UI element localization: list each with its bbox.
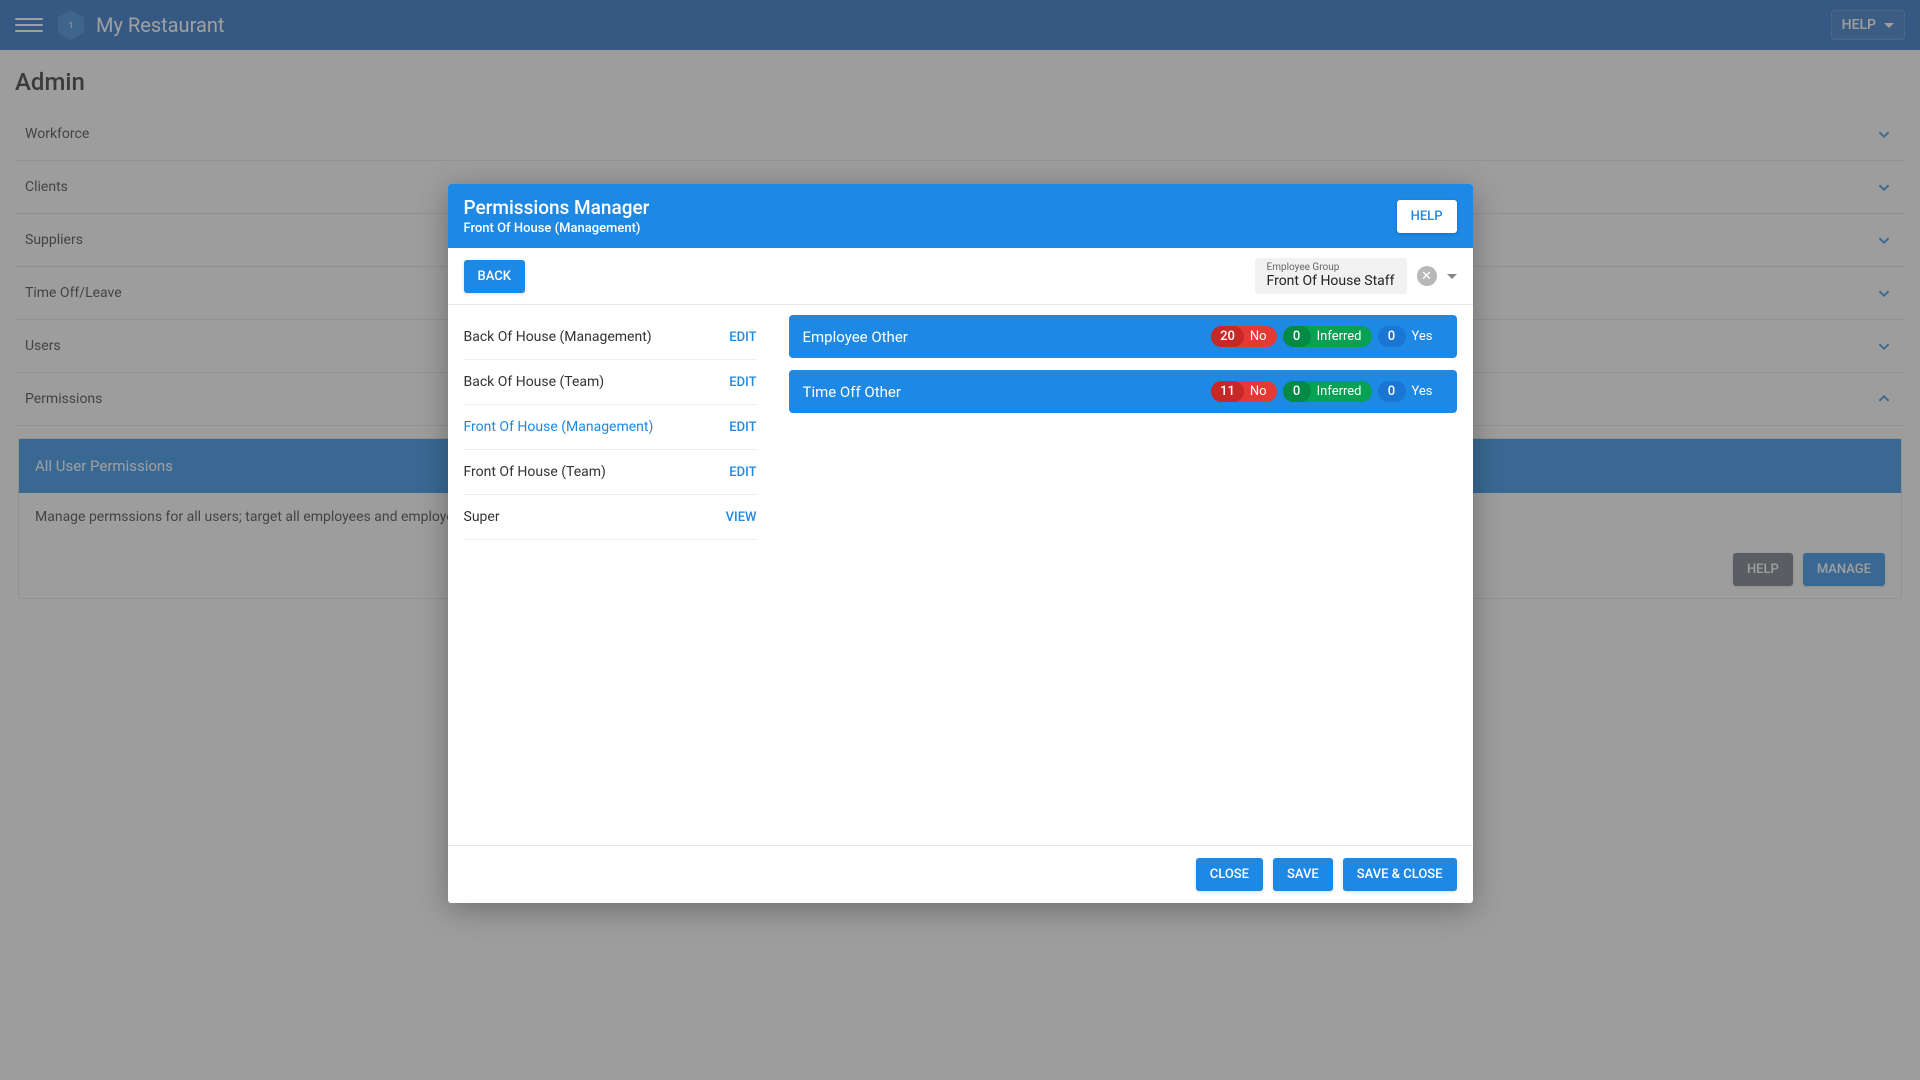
role-row[interactable]: Back Of House (Management) EDIT [464,315,757,360]
chip-count: 11 [1211,381,1244,402]
role-row[interactable]: Front Of House (Management) EDIT [464,405,757,450]
chip-count: 20 [1211,326,1244,347]
edit-button[interactable]: EDIT [729,420,756,435]
permission-name: Employee Other [803,328,1206,346]
chip-no[interactable]: 11No [1211,381,1276,402]
role-list: Back Of House (Management)EDITBack Of Ho… [448,305,773,845]
chip-no[interactable]: 20No [1211,326,1276,347]
modal-overlay: Permissions Manager Front Of House (Mana… [0,0,1920,1080]
clear-icon[interactable]: ✕ [1417,266,1437,286]
role-row[interactable]: Front Of House (Team) EDIT [464,450,757,495]
chip-label: Yes [1406,326,1443,347]
employee-group-selector: Employee Group Front Of House Staff ✕ [1255,258,1457,294]
permissions-manager-modal: Permissions Manager Front Of House (Mana… [448,184,1473,903]
chip-label: Inferred [1311,381,1372,402]
modal-header: Permissions Manager Front Of House (Mana… [448,184,1473,248]
chip-label: Yes [1406,381,1443,402]
role-name: Front Of House (Management) [464,419,654,435]
modal-subtitle: Front Of House (Management) [464,221,1397,236]
chip-label: No [1244,381,1277,402]
employee-group-field[interactable]: Employee Group Front Of House Staff [1255,258,1407,294]
role-name: Front Of House (Team) [464,464,606,480]
edit-button[interactable]: EDIT [729,330,756,345]
permission-name: Time Off Other [803,383,1206,401]
chip-count: 0 [1283,381,1311,402]
employee-group-label: Employee Group [1267,262,1395,273]
permissions-detail-pane: Employee Other20No0Inferred0YesTime Off … [773,305,1473,845]
role-row[interactable]: Back Of House (Team) EDIT [464,360,757,405]
permission-row[interactable]: Employee Other20No0Inferred0Yes [789,315,1457,358]
chip-inferred[interactable]: 0Inferred [1283,381,1372,402]
save-button[interactable]: SAVE [1273,858,1333,891]
modal-toolbar: BACK Employee Group Front Of House Staff… [448,248,1473,305]
edit-button[interactable]: EDIT [729,465,756,480]
chip-count: 0 [1378,381,1406,402]
permission-row[interactable]: Time Off Other11No0Inferred0Yes [789,370,1457,413]
dropdown-caret-icon[interactable] [1447,274,1457,279]
employee-group-value: Front Of House Staff [1267,273,1395,289]
back-button[interactable]: BACK [464,260,525,293]
modal-footer: CLOSE SAVE SAVE & CLOSE [448,845,1473,903]
chip-count: 0 [1283,326,1311,347]
role-name: Back Of House (Team) [464,374,605,390]
role-row[interactable]: Super VIEW [464,495,757,540]
chip-label: No [1244,326,1277,347]
modal-body: Back Of House (Management)EDITBack Of Ho… [448,305,1473,845]
modal-title: Permissions Manager [464,196,1397,219]
chip-yes[interactable]: 0Yes [1378,381,1443,402]
view-button[interactable]: VIEW [726,510,757,525]
chip-yes[interactable]: 0Yes [1378,326,1443,347]
chip-label: Inferred [1311,326,1372,347]
chip-count: 0 [1378,326,1406,347]
save-close-button[interactable]: SAVE & CLOSE [1343,858,1457,891]
edit-button[interactable]: EDIT [729,375,756,390]
chip-inferred[interactable]: 0Inferred [1283,326,1372,347]
modal-help-button[interactable]: HELP [1397,200,1457,233]
close-button[interactable]: CLOSE [1196,858,1263,891]
role-name: Super [464,509,500,525]
role-name: Back Of House (Management) [464,329,652,345]
